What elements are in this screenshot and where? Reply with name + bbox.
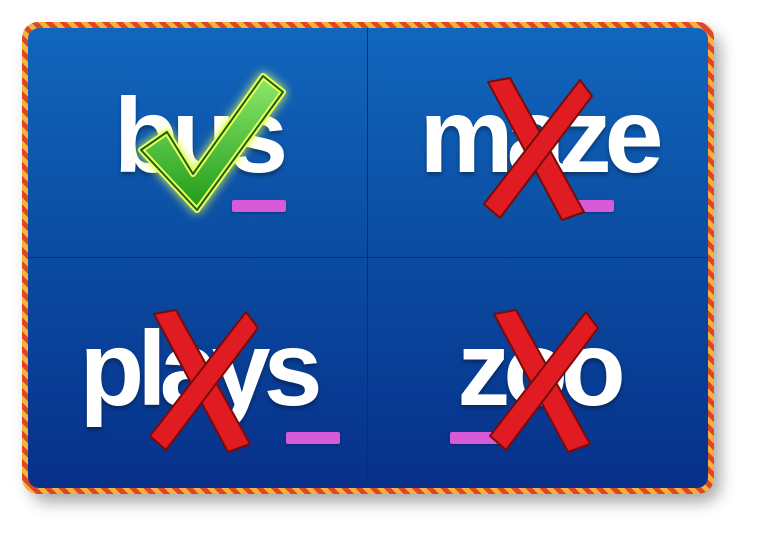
highlighted-letter-underline xyxy=(450,432,504,444)
answer-word: maze xyxy=(419,76,663,195)
highlighted-letter-underline xyxy=(286,432,340,444)
answer-tile-zoo[interactable]: zoo xyxy=(368,258,708,488)
answer-tile-plays[interactable]: plays xyxy=(28,258,368,488)
answer-word: bus xyxy=(113,76,288,195)
highlighted-letter-underline xyxy=(560,200,614,212)
answer-tile-bus[interactable]: bus xyxy=(28,28,368,258)
game-board: bus maze plays zoo xyxy=(22,22,714,494)
answer-word: zoo xyxy=(457,310,625,428)
answer-tile-maze[interactable]: maze xyxy=(368,28,708,258)
highlighted-letter-underline xyxy=(232,200,286,212)
answer-word: plays xyxy=(79,310,322,428)
answer-grid: bus maze plays zoo xyxy=(28,28,708,488)
